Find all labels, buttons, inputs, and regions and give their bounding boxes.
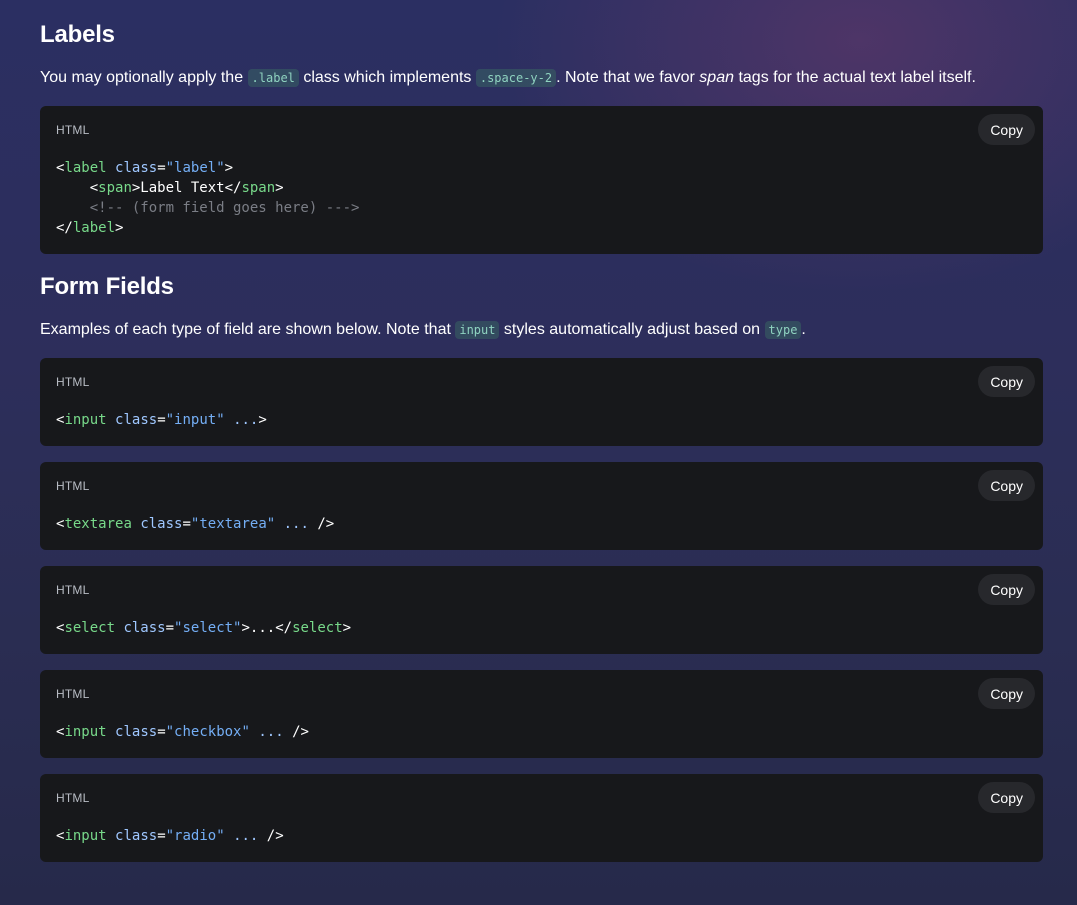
checkbox-code-line: <input class="checkbox" ... /> [56,724,309,740]
code-language-label: HTML [56,687,90,701]
labels-desc-text-2: class which implements [298,69,476,86]
label-class-code: .label [247,69,299,87]
code-language-label: HTML [56,123,90,137]
copy-button[interactable]: Copy [978,782,1035,813]
copy-button[interactable]: Copy [978,574,1035,605]
input-code-line: <input class="input" ...> [56,412,267,428]
span-emphasis: span [699,69,734,86]
form-fields-heading: Form Fields [40,273,174,300]
space-y-2-code: .space-y-2 [475,69,557,87]
textarea-code-block: HTML Copy <textarea class="textarea" ...… [40,462,1043,550]
checkbox-code-block: HTML Copy <input class="checkbox" ... /> [40,670,1043,758]
input-code-block: HTML Copy <input class="input" ...> [40,358,1043,446]
copy-button[interactable]: Copy [978,114,1035,145]
copy-button[interactable]: Copy [978,470,1035,501]
code-comment: <!-- (form field goes here) ---> [56,200,360,216]
copy-button[interactable]: Copy [978,678,1035,709]
labels-desc-text-3: . Note that we favor [556,69,700,86]
radio-code-line: <input class="radio" ... /> [56,828,284,844]
labels-description: You may optionally apply the .label clas… [40,68,1043,88]
form-desc-text-1: Examples of each type of field are shown… [40,321,456,338]
copy-button[interactable]: Copy [978,366,1035,397]
labels-code-block: HTML Copy <label class="label"> <span>La… [40,106,1043,254]
input-code: input [455,321,500,339]
form-fields-description: Examples of each type of field are shown… [40,320,1043,340]
type-code: type [764,321,802,339]
select-code-line: <select class="select">...</select> [56,620,352,636]
labels-heading: Labels [40,21,115,48]
label-code: <label class="label"> <span>Label Text</… [56,160,360,236]
form-desc-text-2: styles automatically adjust based on [499,321,765,338]
code-language-label: HTML [56,479,90,493]
labels-desc-text-1: You may optionally apply the [40,69,248,86]
code-language-label: HTML [56,791,90,805]
radio-code-block: HTML Copy <input class="radio" ... /> [40,774,1043,862]
code-language-label: HTML [56,375,90,389]
select-code-block: HTML Copy <select class="select">...</se… [40,566,1043,654]
code-language-label: HTML [56,583,90,597]
form-desc-text-3: . [801,321,806,338]
labels-desc-text-4: tags for the actual text label itself. [734,69,976,86]
textarea-code-line: <textarea class="textarea" ... /> [56,516,335,532]
